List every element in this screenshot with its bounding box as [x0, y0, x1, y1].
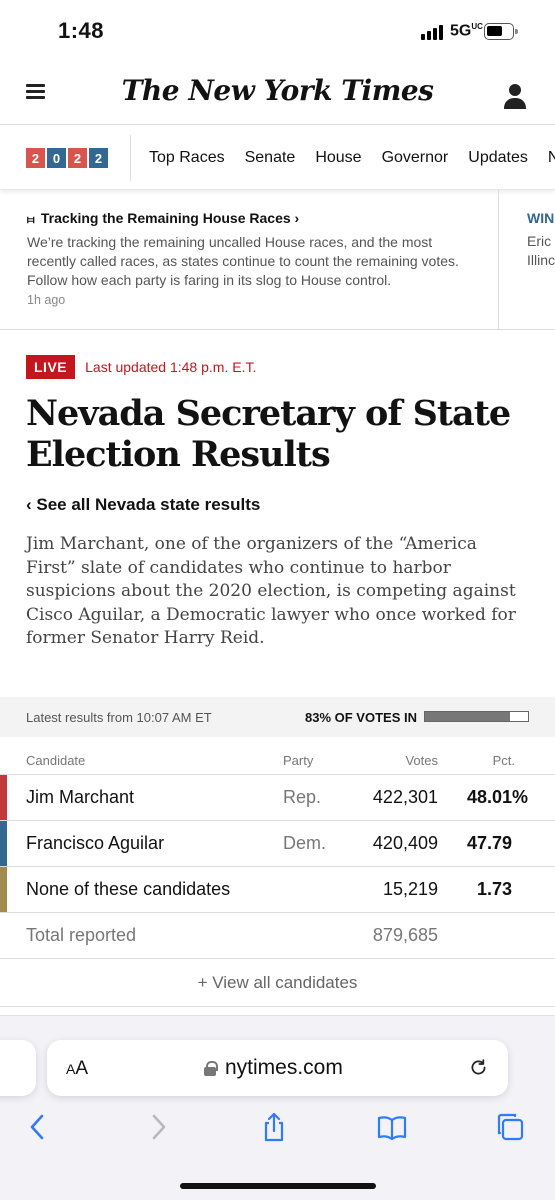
news-ticker: ⧦ Tracking the Remaining House Races › W…: [0, 190, 555, 330]
last-updated: Last updated 1:48 p.m. E.T.: [85, 359, 257, 375]
total-label: Total reported: [26, 925, 137, 945]
url-text[interactable]: nytimes.com: [225, 1056, 343, 1080]
latest-results-time: Latest results from 10:07 AM ET: [26, 710, 212, 725]
total-row: Total reported 879,685: [0, 913, 555, 959]
masthead-logo[interactable]: The New York Times: [0, 74, 555, 107]
year-digit: 2: [89, 148, 108, 168]
text-size-button[interactable]: AA: [66, 1058, 88, 1080]
nav-link[interactable]: House: [315, 149, 361, 167]
candidate-pct: 1.73: [476, 879, 512, 899]
live-badge: LIVE: [26, 355, 76, 379]
candidate-party: Rep.: [283, 787, 322, 807]
previous-tab-preview[interactable]: [0, 1040, 36, 1096]
see-all-nevada-link[interactable]: ‹ See all Nevada state results: [26, 495, 260, 515]
browser-toolbar: [0, 1111, 555, 1151]
bookmarks-icon[interactable]: [376, 1111, 408, 1143]
share-icon[interactable]: [258, 1111, 290, 1143]
ticker-next-line: Eric: [527, 233, 552, 249]
live-row: LIVE Last updated 1:48 p.m. E.T.: [26, 355, 256, 379]
ticker-title[interactable]: Tracking the Remaining House Races ›: [41, 210, 299, 226]
candidate-votes: 15,219: [382, 879, 438, 899]
browser-chrome: AA nytimes.com: [0, 1015, 555, 1200]
status-bar: 1:48 5GUC: [0, 0, 555, 62]
candidate-pct: 48.01%: [466, 787, 528, 807]
ticker-card-next[interactable]: WIN Eric Illinc: [527, 210, 555, 270]
candidate-name: Jim Marchant: [26, 787, 135, 807]
ticker-card[interactable]: ⧦ Tracking the Remaining House Races › W…: [27, 210, 467, 307]
party-color-strip: [0, 821, 7, 866]
ticker-text: We’re tracking the remaining uncalled Ho…: [27, 234, 459, 288]
year-digit: 2: [26, 148, 45, 168]
ticker-divider: [498, 190, 499, 329]
table-row: Jim Marchant Rep. 422,301 48.01%: [0, 775, 555, 821]
results-table: Candidate Party Votes Pct. Jim Marchant …: [0, 745, 555, 1007]
election-2022-logo[interactable]: 2022: [26, 148, 108, 168]
candidate-votes: 422,301: [372, 787, 438, 807]
candidate-pct: 47.79: [466, 833, 512, 853]
election-nav: 2022 Top Races Senate House Governor Updates…: [0, 124, 555, 190]
col-votes: Votes: [405, 753, 438, 768]
total-votes: 879,685: [372, 925, 438, 945]
ticker-time: 1h ago: [27, 293, 66, 307]
ticker-next-title: WIN: [527, 210, 555, 226]
home-indicator: [180, 1183, 376, 1189]
ticker-next-line: Illinc: [527, 252, 555, 268]
year-digit: 2: [68, 148, 87, 168]
col-candidate: Candidate: [26, 753, 86, 768]
votes-in-label: 83% OF VOTES IN: [305, 710, 417, 725]
nav-link[interactable]: Updates: [468, 149, 528, 167]
account-icon[interactable]: [504, 84, 526, 110]
lock-icon: [204, 1061, 218, 1076]
election-nav-links: Top Races Senate House Governor Updates Ne: [149, 149, 555, 167]
battery-icon: [484, 23, 518, 40]
status-time: 1:48: [58, 18, 105, 43]
network-indicator: 5GUC: [450, 22, 483, 40]
table-row: None of these candidates 15,219 1.73: [0, 867, 555, 913]
col-pct: Pct.: [492, 753, 515, 768]
year-digit: 0: [47, 148, 66, 168]
candidate-party: Dem.: [283, 833, 327, 853]
results-table-header: Candidate Party Votes Pct.: [0, 745, 555, 775]
nav-link[interactable]: Top Races: [149, 149, 225, 167]
candidate-votes: 420,409: [372, 833, 438, 853]
table-row: Francisco Aguilar Dem. 420,409 47.79: [0, 821, 555, 867]
nav-link[interactable]: Ne: [548, 149, 555, 167]
party-color-strip: [0, 775, 7, 820]
candidate-name: Francisco Aguilar: [26, 833, 165, 853]
results-status-bar: Latest results from 10:07 AM ET 83% OF V…: [0, 697, 555, 737]
back-icon[interactable]: [22, 1111, 54, 1143]
tabs-icon[interactable]: [494, 1111, 526, 1143]
article-summary: Jim Marchant, one of the organizers of t…: [26, 534, 516, 648]
nav-link[interactable]: Governor: [382, 149, 449, 167]
forward-icon[interactable]: [142, 1111, 174, 1143]
nav-divider: [130, 135, 131, 181]
pin-icon: ⧦: [27, 212, 35, 226]
votes-in-progress: [424, 711, 529, 722]
party-color-strip: [0, 867, 7, 912]
page-title: Nevada Secretary of State Election Resul…: [26, 393, 511, 475]
site-header: The New York Times: [0, 62, 555, 124]
address-bar[interactable]: AA nytimes.com: [47, 1040, 508, 1096]
reload-icon[interactable]: [468, 1057, 489, 1078]
col-party: Party: [283, 753, 314, 768]
nav-link[interactable]: Senate: [245, 149, 296, 167]
view-all-candidates-button[interactable]: + View all candidates: [0, 959, 555, 1007]
candidate-name: None of these candidates: [26, 879, 231, 899]
signal-icon: [421, 24, 445, 40]
